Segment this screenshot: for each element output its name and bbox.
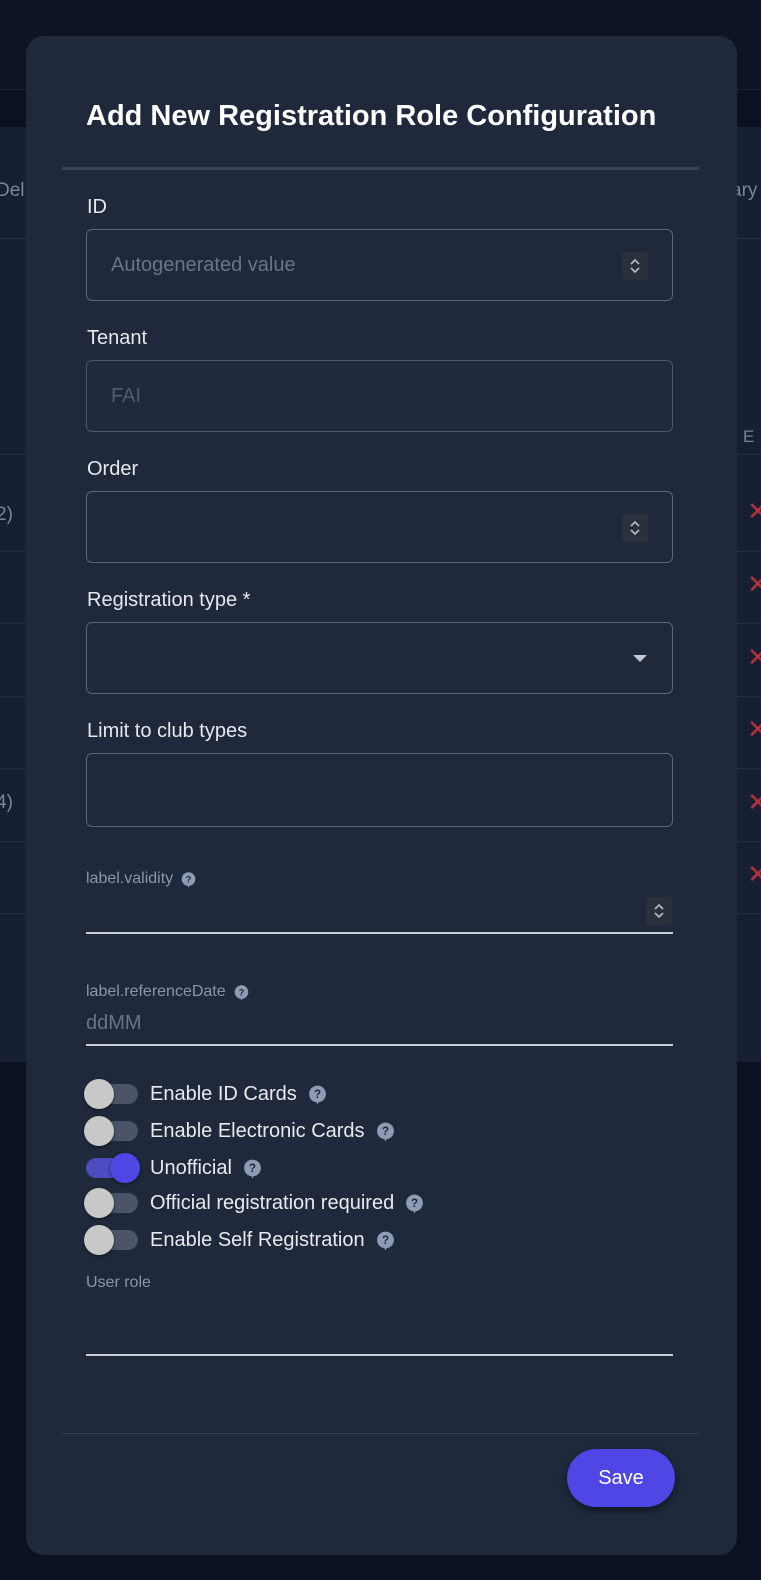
switch[interactable] bbox=[84, 1225, 140, 1255]
id-label: ID bbox=[87, 196, 107, 218]
dropdown-arrow-icon bbox=[633, 655, 647, 662]
switch[interactable] bbox=[84, 1079, 140, 1109]
switch[interactable] bbox=[84, 1188, 140, 1218]
svg-text:?: ? bbox=[186, 874, 192, 884]
user-role-label: User role bbox=[86, 1274, 151, 1292]
club-types-input[interactable] bbox=[86, 753, 673, 827]
user-role-input[interactable] bbox=[86, 1354, 673, 1356]
reference-date-label: label.referenceDate bbox=[86, 983, 226, 1000]
svg-text:?: ? bbox=[382, 1235, 389, 1247]
background-row-text: 2) bbox=[0, 504, 13, 525]
footer-divider bbox=[62, 1433, 699, 1434]
validity-input[interactable] bbox=[86, 932, 673, 934]
toggle-enable-self-registration[interactable]: Enable Self Registration ? bbox=[84, 1225, 396, 1255]
switch[interactable] bbox=[84, 1153, 140, 1183]
validity-label: label.validity bbox=[86, 870, 174, 887]
order-label: Order bbox=[87, 458, 139, 480]
background-header-left: Del bbox=[0, 180, 25, 201]
reference-date-placeholder: ddMM bbox=[86, 1012, 142, 1034]
toggle-label: Enable Electronic Cards bbox=[150, 1119, 365, 1142]
delete-icon[interactable]: ✕ bbox=[747, 861, 761, 887]
help-icon[interactable]: ? bbox=[375, 1230, 396, 1251]
background-row-text: 4) bbox=[0, 792, 13, 813]
order-input[interactable] bbox=[86, 491, 673, 563]
help-icon[interactable]: ? bbox=[375, 1121, 396, 1142]
reference-date-input[interactable] bbox=[86, 1044, 673, 1046]
toggle-enable-id-cards[interactable]: Enable ID Cards ? bbox=[84, 1079, 328, 1109]
delete-icon[interactable]: ✕ bbox=[747, 498, 761, 524]
id-placeholder: Autogenerated value bbox=[111, 254, 296, 276]
registration-type-label: Registration type * bbox=[87, 589, 251, 611]
registration-role-dialog: Add New Registration Role Configuration … bbox=[26, 36, 737, 1555]
id-input[interactable]: Autogenerated value bbox=[86, 229, 673, 301]
help-icon[interactable]: ? bbox=[242, 1158, 263, 1179]
delete-icon[interactable]: ✕ bbox=[747, 789, 761, 815]
help-icon[interactable]: ? bbox=[307, 1084, 328, 1105]
delete-icon[interactable]: ✕ bbox=[747, 716, 761, 742]
delete-icon[interactable]: ✕ bbox=[747, 644, 761, 670]
toggle-official-registration-required[interactable]: Official registration required ? bbox=[84, 1188, 425, 1218]
help-icon[interactable]: ? bbox=[404, 1193, 425, 1214]
tenant-value: FAI bbox=[111, 385, 142, 407]
title-divider bbox=[62, 167, 699, 170]
club-types-label: Limit to club types bbox=[87, 720, 248, 742]
svg-text:?: ? bbox=[382, 1126, 389, 1138]
svg-text:?: ? bbox=[411, 1198, 418, 1210]
toggle-label: Enable Self Registration bbox=[150, 1228, 365, 1251]
help-icon[interactable]: ? bbox=[233, 984, 250, 1001]
registration-type-select[interactable] bbox=[86, 622, 673, 694]
switch[interactable] bbox=[84, 1116, 140, 1146]
dialog-title: Add New Registration Role Configuration bbox=[86, 100, 657, 132]
svg-text:?: ? bbox=[314, 1089, 321, 1101]
reference-date-label-row: label.referenceDate ? bbox=[86, 983, 250, 1001]
number-stepper-icon[interactable] bbox=[646, 897, 672, 925]
number-stepper-icon[interactable] bbox=[622, 514, 648, 542]
delete-icon[interactable]: ✕ bbox=[747, 571, 761, 597]
tenant-input[interactable]: FAI bbox=[86, 360, 673, 432]
user-role-label-text: User role bbox=[86, 1274, 151, 1291]
svg-text:?: ? bbox=[249, 1163, 256, 1175]
toggle-enable-electronic-cards[interactable]: Enable Electronic Cards ? bbox=[84, 1116, 396, 1146]
save-button[interactable]: Save bbox=[567, 1449, 675, 1507]
svg-text:?: ? bbox=[238, 987, 244, 997]
help-icon[interactable]: ? bbox=[180, 871, 197, 888]
validity-label-row: label.validity ? bbox=[86, 870, 197, 888]
background-column-label: E bbox=[743, 427, 755, 446]
toggle-label: Unofficial bbox=[150, 1156, 232, 1179]
toggle-unofficial[interactable]: Unofficial ? bbox=[84, 1153, 263, 1183]
toggle-label: Official registration required bbox=[150, 1191, 395, 1214]
tenant-label: Tenant bbox=[87, 327, 148, 349]
number-stepper-icon[interactable] bbox=[622, 252, 648, 280]
toggle-label: Enable ID Cards bbox=[150, 1082, 297, 1105]
